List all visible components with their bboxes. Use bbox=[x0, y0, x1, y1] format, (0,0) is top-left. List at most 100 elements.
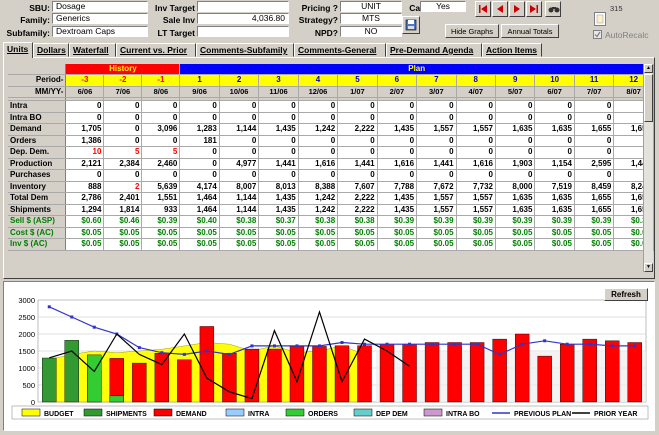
grid-cell[interactable]: $0.05 bbox=[574, 227, 615, 239]
grid-cell[interactable]: 0 bbox=[141, 169, 181, 182]
grid-cell[interactable]: 2,786 bbox=[65, 192, 105, 205]
grid-cell[interactable]: $0.46 bbox=[103, 215, 143, 228]
grid-cell[interactable]: 181 bbox=[179, 135, 220, 147]
grid-cell[interactable]: 8,007 bbox=[219, 181, 260, 193]
grid-cell[interactable]: 2,121 bbox=[65, 158, 105, 170]
grid-scrollbar[interactable]: ▲ ▼ bbox=[643, 64, 653, 272]
grid-cell[interactable]: 1,635 bbox=[495, 204, 536, 216]
tab-waterfall[interactable]: Waterfall bbox=[69, 43, 116, 57]
grid-cell[interactable]: $0.40 bbox=[179, 215, 220, 228]
grid-cell[interactable]: 1,242 bbox=[298, 192, 339, 205]
tab-dollars[interactable]: Dollars bbox=[33, 43, 69, 57]
grid-cell[interactable]: 0 bbox=[495, 169, 536, 182]
grid-cell[interactable]: 0 bbox=[456, 146, 497, 159]
grid-cell[interactable]: 0 bbox=[219, 112, 260, 124]
grid-cell[interactable]: 0 bbox=[416, 135, 457, 147]
grid-cell[interactable]: 0 bbox=[416, 112, 457, 124]
grid-cell[interactable]: 1,441 bbox=[258, 158, 299, 170]
refresh-button[interactable]: Refresh bbox=[604, 288, 648, 301]
grid-cell[interactable]: 1,435 bbox=[377, 123, 418, 136]
period-header[interactable]: 2 bbox=[219, 74, 260, 87]
grid-cell[interactable]: 0 bbox=[141, 135, 181, 147]
grid-cell[interactable]: 0 bbox=[298, 169, 339, 182]
grid-cell[interactable]: 7,672 bbox=[416, 181, 457, 193]
family-field[interactable]: Generics bbox=[52, 13, 148, 24]
grid-cell[interactable]: 0 bbox=[65, 169, 105, 182]
grid-cell[interactable]: 1,557 bbox=[416, 192, 457, 205]
grid-cell[interactable]: $0.05 bbox=[65, 227, 105, 239]
grid-cell[interactable]: 0 bbox=[258, 169, 299, 182]
grid-cell[interactable]: 0 bbox=[103, 100, 143, 113]
first-record-button[interactable] bbox=[475, 1, 491, 17]
grid-cell[interactable]: 0 bbox=[416, 169, 457, 182]
grid-cell[interactable]: 0 bbox=[574, 146, 615, 159]
tab-current-vs-prior[interactable]: Current vs. Prior bbox=[116, 43, 196, 57]
grid-cell[interactable]: $0.05 bbox=[416, 227, 457, 239]
grid-cell[interactable]: $0.05 bbox=[574, 238, 615, 251]
next-record-button[interactable] bbox=[509, 1, 525, 17]
grid-cell[interactable]: 0 bbox=[534, 146, 575, 159]
grid-cell[interactable]: 1,655 bbox=[574, 192, 615, 205]
period-header[interactable]: 4 bbox=[298, 74, 339, 87]
grid-cell[interactable]: 7,732 bbox=[456, 181, 497, 193]
grid-cell[interactable]: 0 bbox=[258, 112, 299, 124]
grid-cell[interactable]: 1,464 bbox=[179, 192, 220, 205]
grid-cell[interactable]: 2 bbox=[103, 181, 143, 193]
grid-cell[interactable]: $0.05 bbox=[65, 238, 105, 251]
grid-cell[interactable]: 0 bbox=[179, 169, 220, 182]
grid-cell[interactable]: 1,557 bbox=[416, 123, 457, 136]
grid-cell[interactable]: 0 bbox=[219, 146, 260, 159]
grid-cell[interactable]: $0.05 bbox=[534, 238, 575, 251]
grid-cell[interactable]: $0.05 bbox=[103, 227, 143, 239]
grid-cell[interactable]: 0 bbox=[495, 135, 536, 147]
grid-cell[interactable]: $0.05 bbox=[416, 238, 457, 251]
hide-graphs-button[interactable]: Hide Graphs bbox=[445, 24, 499, 38]
grid-cell[interactable]: 1,242 bbox=[298, 123, 339, 136]
grid-cell[interactable]: 0 bbox=[534, 112, 575, 124]
grid-cell[interactable]: 1,435 bbox=[258, 192, 299, 205]
grid-cell[interactable]: 7,607 bbox=[337, 181, 378, 193]
grid-cell[interactable]: 0 bbox=[258, 135, 299, 147]
lt-target-field[interactable] bbox=[197, 26, 289, 37]
grid-cell[interactable]: 0 bbox=[141, 100, 181, 113]
grid-cell[interactable]: 1,441 bbox=[416, 158, 457, 170]
grid-cell[interactable]: 1,551 bbox=[141, 192, 181, 205]
grid-cell[interactable]: 888 bbox=[65, 181, 105, 193]
grid-cell[interactable]: 1,386 bbox=[65, 135, 105, 147]
grid-cell[interactable]: $0.38 bbox=[298, 215, 339, 228]
grid-cell[interactable]: 1,557 bbox=[456, 123, 497, 136]
grid-cell[interactable]: $0.05 bbox=[495, 238, 536, 251]
grid-cell[interactable]: 5,639 bbox=[141, 181, 181, 193]
grid-cell[interactable]: 2,384 bbox=[103, 158, 143, 170]
period-header[interactable]: -2 bbox=[103, 74, 143, 87]
period-header[interactable]: 11 bbox=[574, 74, 615, 87]
grid-cell[interactable]: 0 bbox=[495, 146, 536, 159]
find-button[interactable] bbox=[545, 1, 561, 17]
sale-inv-field[interactable]: 4,036.80 bbox=[197, 13, 289, 24]
grid-cell[interactable]: 1,635 bbox=[495, 123, 536, 136]
grid-cell[interactable]: $0.39 bbox=[574, 215, 615, 228]
grid-cell[interactable]: 5 bbox=[103, 146, 143, 159]
grid-cell[interactable]: 0 bbox=[456, 135, 497, 147]
grid-cell[interactable]: 1,814 bbox=[103, 204, 143, 216]
grid-cell[interactable]: 1,435 bbox=[258, 204, 299, 216]
tab-comments-general[interactable]: Comments-General bbox=[294, 43, 386, 57]
grid-cell[interactable]: 1,435 bbox=[377, 204, 418, 216]
grid-cell[interactable]: 2,222 bbox=[337, 204, 378, 216]
grid-cell[interactable]: 0 bbox=[258, 100, 299, 113]
scroll-thumb[interactable] bbox=[644, 74, 653, 122]
grid-cell[interactable]: 1,154 bbox=[534, 158, 575, 170]
grid-cell[interactable]: $0.38 bbox=[337, 215, 378, 228]
grid-cell[interactable]: $0.05 bbox=[456, 238, 497, 251]
grid-cell[interactable]: 0 bbox=[456, 112, 497, 124]
period-header[interactable]: -1 bbox=[141, 74, 181, 87]
grid-cell[interactable]: 1,655 bbox=[574, 204, 615, 216]
grid-cell[interactable]: 1,635 bbox=[495, 192, 536, 205]
grid-cell[interactable]: $0.05 bbox=[219, 227, 260, 239]
grid-cell[interactable]: 0 bbox=[298, 146, 339, 159]
grid-cell[interactable]: 0 bbox=[179, 158, 220, 170]
grid-cell[interactable]: $0.05 bbox=[103, 238, 143, 251]
grid-cell[interactable]: 1,557 bbox=[456, 192, 497, 205]
grid-cell[interactable]: 3,096 bbox=[141, 123, 181, 136]
grid-cell[interactable]: 933 bbox=[141, 204, 181, 216]
